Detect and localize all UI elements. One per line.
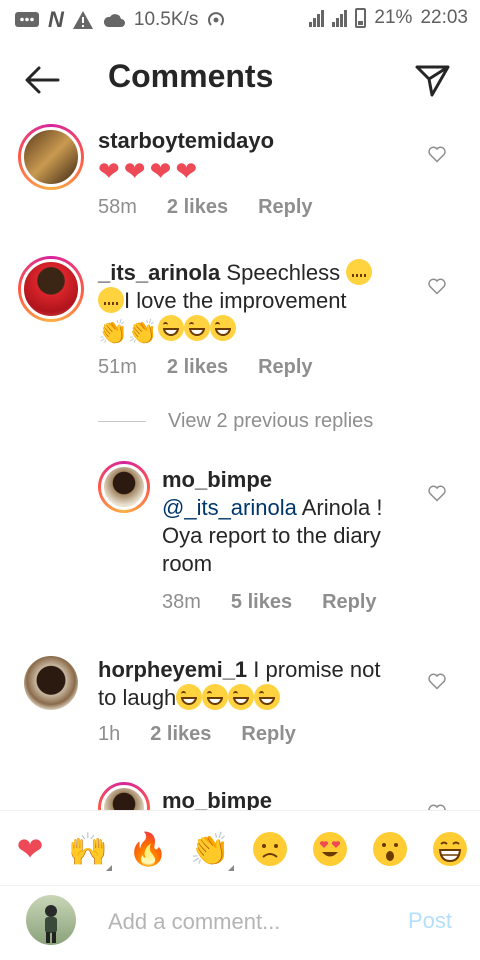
comment-username[interactable]: starboytemidayo xyxy=(98,128,274,154)
zipper-mouth-emoji xyxy=(98,287,124,313)
status-left: N 10.5K/s xyxy=(14,7,226,33)
avatar-mo-bimpe[interactable] xyxy=(98,461,150,513)
zipper-mouth-emoji xyxy=(346,259,373,285)
comment-meta: 58m 2 likes Reply xyxy=(98,196,313,219)
reply-username[interactable]: mo_bimpe xyxy=(162,788,272,810)
like-heart-icon[interactable] xyxy=(427,802,447,810)
sad-face-emoji-button[interactable] xyxy=(250,829,290,869)
network-speed: 10.5K/s xyxy=(133,9,199,30)
grin-emoji xyxy=(228,684,255,710)
raised-hands-icon: 🙌 xyxy=(68,831,108,867)
grin-emoji xyxy=(202,684,229,710)
like-heart-icon[interactable] xyxy=(427,144,447,164)
send-icon[interactable] xyxy=(410,57,454,101)
partial-reply: mo_bimpe xyxy=(0,780,480,810)
my-avatar xyxy=(26,895,76,945)
reply-text: mo_bimpe @_its_arinola Arinola ! Oya rep… xyxy=(162,467,383,576)
clap-emoji: 👏 xyxy=(127,319,158,346)
reply-button[interactable]: Reply xyxy=(258,356,312,379)
grin-emoji xyxy=(176,684,203,710)
divider-line xyxy=(98,421,146,422)
sad-face-icon xyxy=(253,832,287,866)
avatar-horpheyemi[interactable] xyxy=(24,656,78,710)
reply-button[interactable]: Reply xyxy=(258,196,312,219)
like-heart-icon[interactable] xyxy=(427,483,447,503)
status-bar: N 10.5K/s 21% 22:03 xyxy=(0,0,480,38)
comment-text: ❤ ❤ ❤ ❤ xyxy=(98,156,197,187)
like-heart-icon[interactable] xyxy=(427,671,447,691)
status-right: 21% 22:03 xyxy=(309,7,468,29)
reply-meta: 38m 5 likes Reply xyxy=(162,591,377,614)
clock: 22:03 xyxy=(420,7,468,28)
emoji-quick-bar: ❤ 🙌 🔥 👏 xyxy=(0,810,480,886)
reply-time: 38m xyxy=(162,591,201,613)
heart-emoji: ❤ xyxy=(98,156,120,186)
grin-emoji xyxy=(254,684,281,710)
heart-emoji: ❤ xyxy=(175,156,198,186)
page-title: Comments xyxy=(108,58,274,94)
comment-text: _its_arinola Speechless I love the impro… xyxy=(98,259,398,347)
clapping-hands-emoji-button[interactable]: 👏 xyxy=(190,829,234,871)
warning-icon xyxy=(72,11,93,29)
grin-emoji xyxy=(183,315,210,341)
signal-icon-2 xyxy=(332,9,348,27)
grin-emoji xyxy=(157,315,184,341)
avatar-its-arinola[interactable] xyxy=(18,256,84,322)
avatar-mo-bimpe[interactable] xyxy=(98,782,150,810)
heart-emoji: ❤ xyxy=(123,156,146,186)
like-heart-icon[interactable] xyxy=(427,276,447,296)
network-n-icon: N xyxy=(48,7,64,32)
comment-time: 58m xyxy=(98,196,137,218)
message-icon xyxy=(15,12,39,27)
comment-likes[interactable]: 2 likes xyxy=(150,723,211,746)
grinning-face-emoji-button[interactable] xyxy=(430,829,470,869)
heart-eyes-icon xyxy=(313,832,347,866)
heart-emoji-button[interactable]: ❤ xyxy=(10,829,50,869)
clap-icon: 👏 xyxy=(190,831,230,867)
comment-meta: 51m 2 likes Reply xyxy=(98,356,313,379)
grinning-face-icon xyxy=(433,832,467,866)
comment-likes[interactable]: 2 likes xyxy=(167,196,228,219)
view-previous-replies[interactable]: View 2 previous replies xyxy=(98,410,373,433)
raised-hands-emoji-button[interactable]: 🙌 xyxy=(68,829,112,871)
post-button[interactable]: Post xyxy=(408,908,452,934)
battery-icon xyxy=(355,8,367,28)
surprised-face-icon xyxy=(373,832,407,866)
comment-time: 1h xyxy=(98,723,121,745)
reply-button[interactable]: Reply xyxy=(241,723,295,746)
avatar-starboytemidayo[interactable] xyxy=(18,124,84,190)
fire-emoji-button[interactable]: 🔥 xyxy=(128,829,168,869)
heart-eyes-emoji-button[interactable] xyxy=(310,829,350,869)
comment-username[interactable]: horpheyemi_1 xyxy=(98,657,247,682)
reply-button[interactable]: Reply xyxy=(322,591,376,614)
comment-likes[interactable]: 2 likes xyxy=(167,356,228,379)
surprised-face-emoji-button[interactable] xyxy=(370,829,410,869)
comment-text: horpheyemi_1 I promise not to laugh xyxy=(98,657,381,710)
heart-emoji: ❤ xyxy=(149,156,172,186)
comment-username[interactable]: _its_arinola xyxy=(98,260,220,285)
comment-input[interactable] xyxy=(108,905,388,939)
reply-username[interactable]: mo_bimpe xyxy=(162,467,272,492)
back-arrow-icon[interactable] xyxy=(22,60,62,100)
grin-emoji xyxy=(209,315,236,341)
comment-meta: 1h 2 likes Reply xyxy=(98,723,296,746)
cloud-icon xyxy=(103,14,125,27)
signal-icon xyxy=(309,9,325,27)
reply-likes[interactable]: 5 likes xyxy=(231,591,292,614)
mention-link[interactable]: @_its_arinola xyxy=(162,495,297,520)
hotspot-icon xyxy=(208,12,225,26)
comment-time: 51m xyxy=(98,356,137,378)
battery-level: 21% xyxy=(374,7,413,28)
clap-emoji: 👏 xyxy=(98,319,128,346)
